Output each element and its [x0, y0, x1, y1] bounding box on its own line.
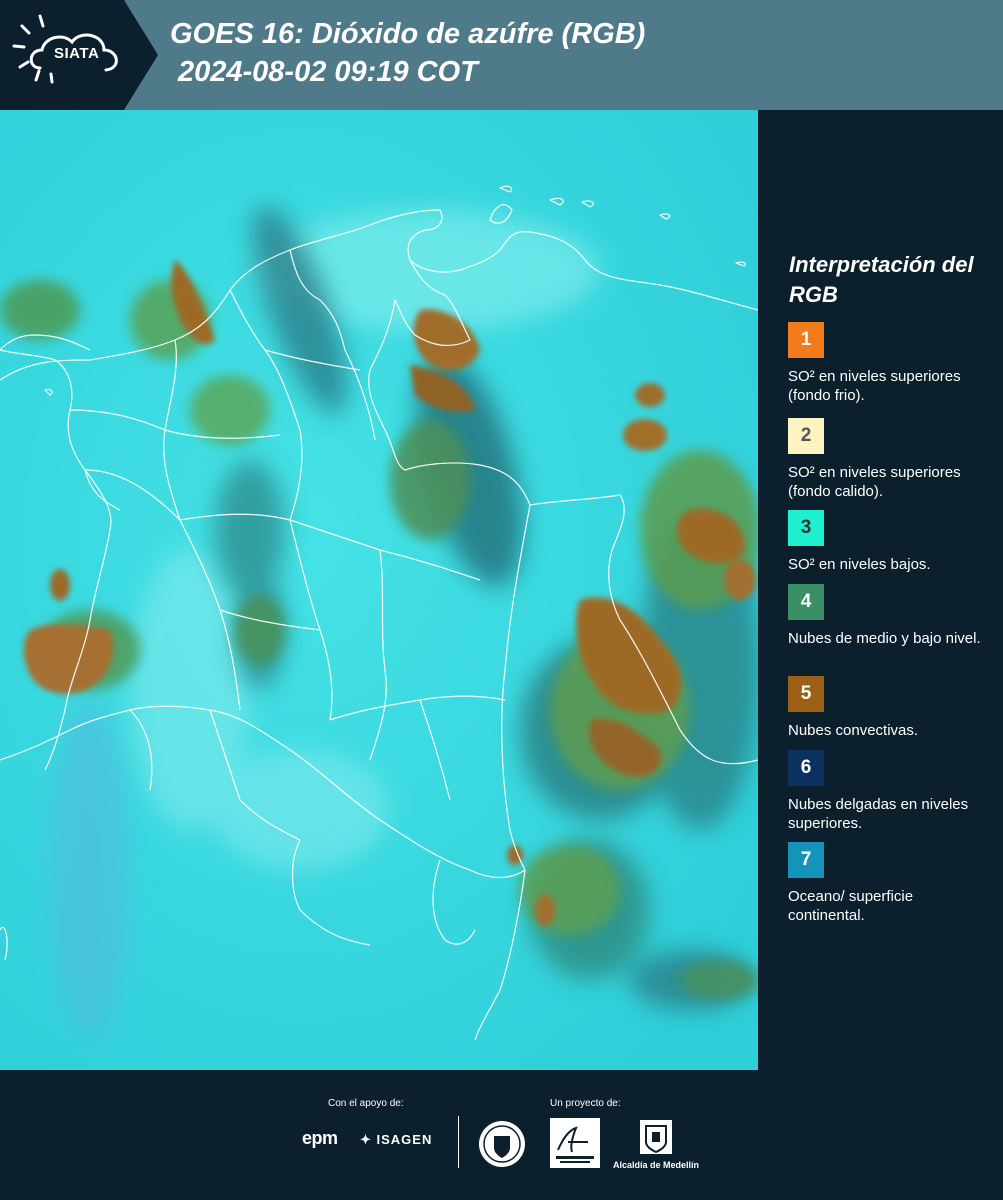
legend-swatch-4: 4: [788, 584, 824, 620]
footer-divider: [458, 1116, 459, 1168]
footer: Con el apoyo de: Un proyecto de: epm ✦ I…: [0, 1070, 1003, 1200]
alcaldia-label: Alcaldía de Medellín: [613, 1160, 700, 1170]
legend-number: 2: [800, 425, 812, 446]
isagen-logo[interactable]: ✦ ISAGEN: [360, 1132, 432, 1148]
legend-number: 4: [800, 591, 812, 612]
isagen-text: ISAGEN: [376, 1132, 433, 1147]
legend-swatch-5: 5: [788, 676, 824, 712]
header: SIATA GOES 16: Dióxido de azúfre (RGB) 2…: [0, 0, 1003, 110]
legend-label: SO² en niveles superiores (fondo calido)…: [788, 464, 961, 500]
legend-item-3: 3 SO² en niveles bajos.: [788, 510, 988, 574]
legend-label: Nubes convectivas.: [788, 722, 919, 739]
isagen-mark-icon: ✦: [360, 1132, 377, 1147]
legend-swatch-7: 7: [788, 842, 824, 878]
legend-number: 7: [800, 849, 812, 870]
legend-item-4: 4 Nubes de medio y bajo nivel.: [788, 584, 988, 648]
legend-label: SO² en niveles superiores (fondo frio).: [788, 368, 961, 404]
legend-number: 6: [800, 757, 812, 778]
legend-panel: Interpretación del RGB 1 SO² en niveles …: [758, 110, 1003, 1070]
legend-item-7: 7 Oceano/ superficie continental.: [788, 842, 988, 925]
legend-label: Oceano/ superficie continental.: [788, 888, 914, 924]
project-label: Un proyecto de:: [550, 1098, 621, 1109]
legend-number: 5: [800, 683, 812, 704]
legend-swatch-2: 2: [788, 418, 824, 454]
siata-logo[interactable]: SIATA: [0, 0, 158, 110]
legend-item-1: 1 SO² en niveles superiores (fondo frio)…: [788, 322, 988, 405]
legend-title: Interpretación del RGB: [789, 252, 974, 307]
legend-number: 1: [800, 329, 812, 350]
area-metropolitana-logo[interactable]: [550, 1118, 600, 1168]
legend-swatch-3: 3: [788, 510, 824, 546]
medellin-seal-icon[interactable]: [478, 1120, 526, 1168]
legend-item-5: 5 Nubes convectivas.: [788, 676, 988, 740]
page-title: GOES 16: Dióxido de azúfre (RGB): [170, 18, 646, 50]
alcaldia-shield-icon[interactable]: [638, 1118, 674, 1156]
legend-label: SO² en niveles bajos.: [788, 556, 931, 573]
legend-label: Nubes de medio y bajo nivel.: [788, 630, 981, 647]
satellite-imagery: [0, 110, 758, 1070]
support-label: Con el apoyo de:: [328, 1098, 404, 1109]
legend-swatch-1: 1: [788, 322, 824, 358]
timestamp: 2024-08-02 09:19 COT: [178, 56, 478, 88]
legend-label: Nubes delgadas en niveles superiores.: [788, 796, 969, 832]
legend-item-6: 6 Nubes delgadas en niveles superiores.: [788, 750, 988, 833]
logo-text: SIATA: [54, 45, 100, 62]
satellite-map[interactable]: [0, 110, 758, 1070]
legend-number: 3: [800, 517, 812, 538]
legend-swatch-6: 6: [788, 750, 824, 786]
epm-logo[interactable]: epm: [302, 1128, 338, 1149]
legend-item-2: 2 SO² en niveles superiores (fondo calid…: [788, 418, 988, 501]
